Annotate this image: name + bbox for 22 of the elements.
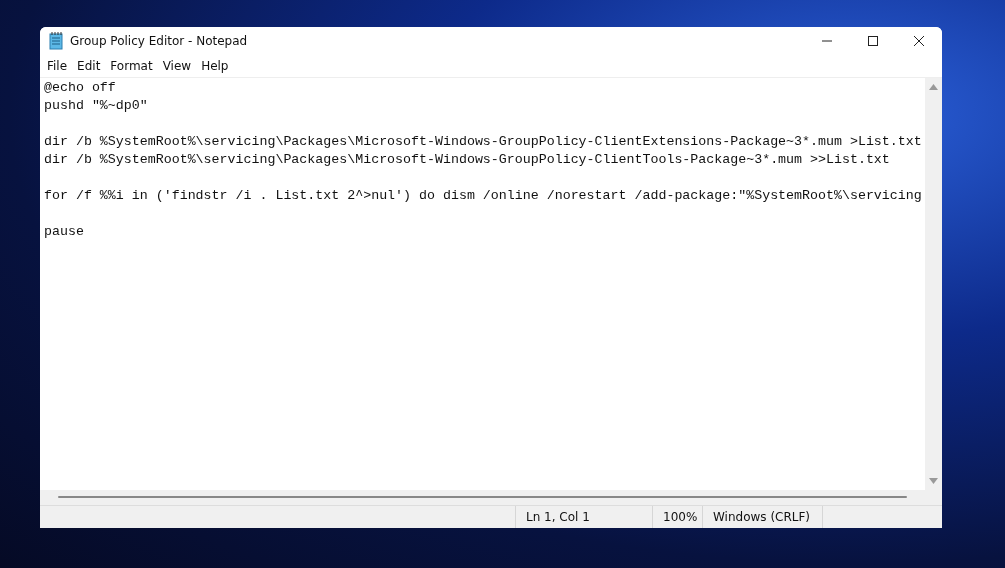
code-line: @echo off bbox=[44, 79, 117, 97]
maximize-icon bbox=[867, 35, 879, 47]
scroll-up-icon[interactable] bbox=[929, 84, 938, 90]
line-ending: Windows (CRLF) bbox=[702, 506, 822, 528]
horizontal-scrollbar[interactable] bbox=[58, 496, 907, 498]
menu-item[interactable]: Help bbox=[196, 59, 234, 73]
notepad-icon bbox=[49, 32, 63, 50]
code-line: for /f %%i in ('findstr /i . List.txt 2^>nul') do dism /online /norestart /add-package:"%SystemRoot%\servicing bbox=[44, 187, 923, 205]
cursor-position: Ln 1, Col 1 bbox=[515, 506, 652, 528]
code-line: pause bbox=[44, 223, 85, 241]
code-line: pushd "%~dp0" bbox=[44, 97, 149, 115]
menu-item[interactable]: Edit bbox=[72, 59, 106, 73]
menu-item[interactable]: View bbox=[157, 59, 197, 73]
code-line: dir /b %SystemRoot%\servicing\Packages\Microsoft-Windows-GroupPolicy-ClientExtensions-Package~3*.mum >List.txt bbox=[44, 133, 923, 151]
zoom-level: 100% bbox=[652, 506, 702, 528]
code-line: dir /b %SystemRoot%\servicing\Packages\Microsoft-Windows-GroupPolicy-ClientTools-Package~3*.mum >>List.txt bbox=[44, 151, 891, 169]
window-title: Group Policy Editor - Notepad bbox=[70, 34, 248, 48]
vertical-scrollbar[interactable] bbox=[925, 78, 942, 490]
menu-item[interactable]: Format bbox=[105, 59, 158, 73]
menu-item[interactable]: File bbox=[42, 59, 73, 73]
scroll-down-icon[interactable] bbox=[929, 478, 938, 484]
close-icon bbox=[913, 35, 925, 47]
